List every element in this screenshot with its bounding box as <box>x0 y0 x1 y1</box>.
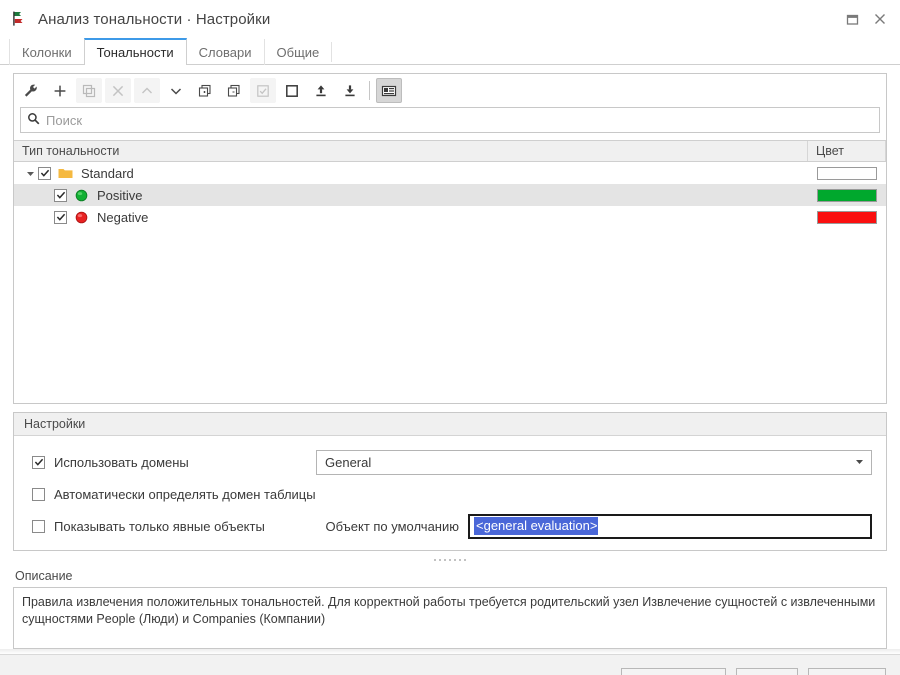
auto-detect-domain-label: Автоматически определять домен таблицы <box>54 486 316 502</box>
settings-panel: Настройки Использовать домены General Ав… <box>13 412 887 551</box>
sentiment-types-panel: Поиск Тип тональности Цвет Standard Posi… <box>13 73 887 404</box>
move-down-icon[interactable] <box>163 78 189 103</box>
row-checkbox[interactable] <box>38 166 51 180</box>
table-row[interactable]: Positive <box>14 184 886 206</box>
copy-icon <box>76 78 102 103</box>
uncheck-all-icon[interactable] <box>279 78 305 103</box>
default-object-label: Объект по умолчанию <box>325 518 460 534</box>
window-title: Анализ тональности · Настройки <box>38 10 271 28</box>
use-domains-checkbox[interactable]: Использовать домены <box>32 455 189 470</box>
color-swatch-cell[interactable] <box>808 166 886 180</box>
tab-label: Колонки <box>22 44 72 60</box>
ok-button[interactable]: OK <box>735 667 798 675</box>
expand-collapse-twisty-icon[interactable] <box>22 169 38 178</box>
description-section: Описание Правила извлечения положительны… <box>13 569 887 649</box>
auto-detect-domain-checkbox[interactable]: Автоматически определять домен таблицы <box>32 487 316 502</box>
check-all-icon <box>250 78 276 103</box>
tab-bar: Колонки Тональности Словари Общие <box>0 38 900 65</box>
close-icon[interactable] <box>866 5 894 33</box>
row-checkbox[interactable] <box>54 210 67 224</box>
column-header-type[interactable]: Тип тональности <box>14 141 808 161</box>
color-swatch-cell[interactable] <box>808 188 886 202</box>
red-dot-icon <box>71 211 91 224</box>
tree-row-main: Standard <box>14 166 808 181</box>
tab-slovari[interactable]: Словари <box>187 39 264 65</box>
settings-header-label: Настройки <box>24 417 86 431</box>
column-header-type-label: Тип тональности <box>22 144 120 158</box>
color-swatch[interactable] <box>817 166 877 180</box>
table-row[interactable]: Negative <box>14 206 886 228</box>
tree-row-main: Negative <box>14 210 808 225</box>
tab-label: Словари <box>198 44 252 60</box>
settings-dialog-window: Анализ тональности · Настройки Колонки Т… <box>0 0 900 675</box>
folder-icon <box>55 167 75 180</box>
cancel-button[interactable]: Отмена <box>807 667 886 675</box>
column-header-color[interactable]: Цвет <box>808 141 886 161</box>
checkbox-box[interactable] <box>32 455 45 469</box>
add-icon[interactable] <box>47 78 73 103</box>
chevron-down-icon[interactable] <box>854 455 865 470</box>
settings-header: Настройки <box>14 413 886 436</box>
tree-toolbar <box>14 74 886 107</box>
description-textarea[interactable]: Правила извлечения положительных тональн… <box>13 587 887 649</box>
sentiment-analysis-icon <box>10 9 30 29</box>
tree-row-label: Negative <box>97 209 149 225</box>
color-swatch[interactable] <box>817 188 877 202</box>
title-bar: Анализ тональности · Настройки <box>0 0 900 38</box>
settings-wrench-icon[interactable] <box>18 78 44 103</box>
checkbox-box[interactable] <box>32 519 45 533</box>
run-button[interactable]: Выполнить <box>621 667 726 675</box>
expand-all-icon[interactable] <box>192 78 218 103</box>
default-object-value: <general evaluation> <box>474 517 599 535</box>
table-row[interactable]: Standard <box>14 162 886 184</box>
color-swatch-cell[interactable] <box>808 210 886 224</box>
domain-select[interactable]: General <box>316 449 872 475</box>
toolbar-separator <box>369 81 370 100</box>
delete-icon <box>105 78 131 103</box>
settings-row-use-domains: Использовать домены General <box>14 446 886 478</box>
tab-label: Общие <box>276 44 320 60</box>
search-input[interactable]: Поиск <box>20 107 880 133</box>
tab-endcap <box>331 41 333 62</box>
description-label: Описание <box>15 569 73 583</box>
details-panel-toggle-icon[interactable] <box>376 78 402 103</box>
green-dot-icon <box>71 189 91 202</box>
tree-row-label: Standard <box>81 165 134 181</box>
dialog-content: Поиск Тип тональности Цвет Standard Posi… <box>0 65 900 675</box>
tab-kolonki[interactable]: Колонки <box>9 39 84 65</box>
search-placeholder: Поиск <box>46 112 83 128</box>
import-icon[interactable] <box>308 78 334 103</box>
maximize-icon[interactable] <box>838 5 866 33</box>
settings-row-auto-detect-domain: Автоматически определять домен таблицы <box>14 478 886 510</box>
horizontal-splitter[interactable] <box>0 555 900 565</box>
panel-gap <box>0 404 900 412</box>
export-icon[interactable] <box>337 78 363 103</box>
domain-select-value: General <box>325 454 372 470</box>
tab-tonalnosti[interactable]: Тональности <box>83 38 187 65</box>
row-checkbox[interactable] <box>54 188 67 202</box>
tree-row-label: Positive <box>97 187 143 203</box>
show-explicit-only-label: Показывать только явные объекты <box>54 518 265 534</box>
dialog-footer: Выполнить OK Отмена <box>0 654 900 675</box>
settings-body: Использовать домены General Автоматическ… <box>14 436 886 550</box>
search-icon <box>27 112 40 128</box>
sentiment-types-tree[interactable]: Standard Positive Negative <box>14 162 886 403</box>
settings-row-default-object: Показывать только явные объекты Объект п… <box>14 510 886 542</box>
use-domains-label: Использовать домены <box>54 454 189 470</box>
tab-label: Тональности <box>96 45 174 60</box>
move-up-icon <box>134 78 160 103</box>
tab-obshchie[interactable]: Общие <box>263 39 332 65</box>
color-swatch[interactable] <box>817 210 877 224</box>
checkbox-box[interactable] <box>32 487 45 501</box>
show-explicit-only-checkbox[interactable]: Показывать только явные объекты <box>32 519 265 534</box>
tree-header: Тип тональности Цвет <box>14 140 886 162</box>
collapse-all-icon[interactable] <box>221 78 247 103</box>
tree-row-main: Positive <box>14 188 808 203</box>
default-object-input[interactable]: <general evaluation> <box>468 513 872 539</box>
column-header-color-label: Цвет <box>816 144 845 158</box>
